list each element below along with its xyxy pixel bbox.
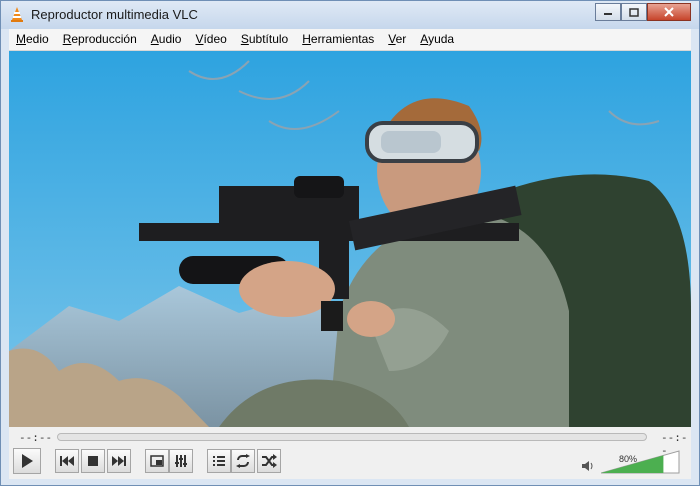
loop-button[interactable] bbox=[231, 449, 255, 473]
menu-audio[interactable]: Audio bbox=[144, 29, 189, 50]
video-area[interactable] bbox=[9, 51, 691, 427]
video-frame bbox=[9, 51, 691, 427]
playlist-icon bbox=[213, 456, 225, 466]
shuffle-button[interactable] bbox=[257, 449, 281, 473]
volume-label: 80% bbox=[619, 454, 638, 464]
fullscreen-button[interactable] bbox=[145, 449, 169, 473]
previous-icon bbox=[60, 456, 74, 466]
window-title: Reproductor multimedia VLC bbox=[31, 7, 198, 22]
stop-icon bbox=[88, 456, 98, 466]
seek-bar[interactable] bbox=[57, 433, 647, 441]
play-icon bbox=[22, 454, 33, 468]
title-bar[interactable]: Reproductor multimedia VLC bbox=[1, 1, 699, 29]
next-icon bbox=[112, 456, 126, 466]
menu-bar: Medio Reproducción Audio Vídeo Subtítulo… bbox=[9, 29, 691, 51]
stop-button[interactable] bbox=[81, 449, 105, 473]
menu-medio[interactable]: Medio bbox=[9, 29, 56, 50]
play-button[interactable] bbox=[13, 448, 41, 474]
close-icon bbox=[664, 7, 674, 17]
previous-button[interactable] bbox=[55, 449, 79, 473]
menu-ayuda[interactable]: Ayuda bbox=[413, 29, 461, 50]
equalizer-icon bbox=[175, 455, 187, 467]
menu-reproduccion[interactable]: Reproducción bbox=[56, 29, 144, 50]
playlist-button[interactable] bbox=[207, 449, 231, 473]
maximize-icon bbox=[629, 7, 639, 17]
menu-subtitulo[interactable]: Subtítulo bbox=[234, 29, 295, 50]
shuffle-icon bbox=[262, 454, 277, 468]
elapsed-time: --:-- bbox=[19, 431, 53, 444]
loop-icon bbox=[236, 454, 250, 468]
vlc-window: Reproductor multimedia VLC Medio Reprodu… bbox=[0, 0, 700, 486]
menu-ver[interactable]: Ver bbox=[381, 29, 413, 50]
next-button[interactable] bbox=[107, 449, 131, 473]
speaker-icon[interactable] bbox=[581, 460, 595, 472]
minimize-button[interactable] bbox=[595, 3, 621, 21]
close-button[interactable] bbox=[647, 3, 691, 21]
fullscreen-icon bbox=[150, 455, 164, 467]
volume-slider[interactable] bbox=[601, 449, 681, 475]
menu-herramientas[interactable]: Herramientas bbox=[295, 29, 381, 50]
maximize-button[interactable] bbox=[621, 3, 647, 21]
control-bar: --:-- --:-- 80% bbox=[9, 427, 691, 479]
equalizer-button[interactable] bbox=[169, 449, 193, 473]
minimize-icon bbox=[604, 13, 612, 15]
vlc-cone-icon bbox=[11, 7, 23, 22]
menu-video[interactable]: Vídeo bbox=[188, 29, 233, 50]
